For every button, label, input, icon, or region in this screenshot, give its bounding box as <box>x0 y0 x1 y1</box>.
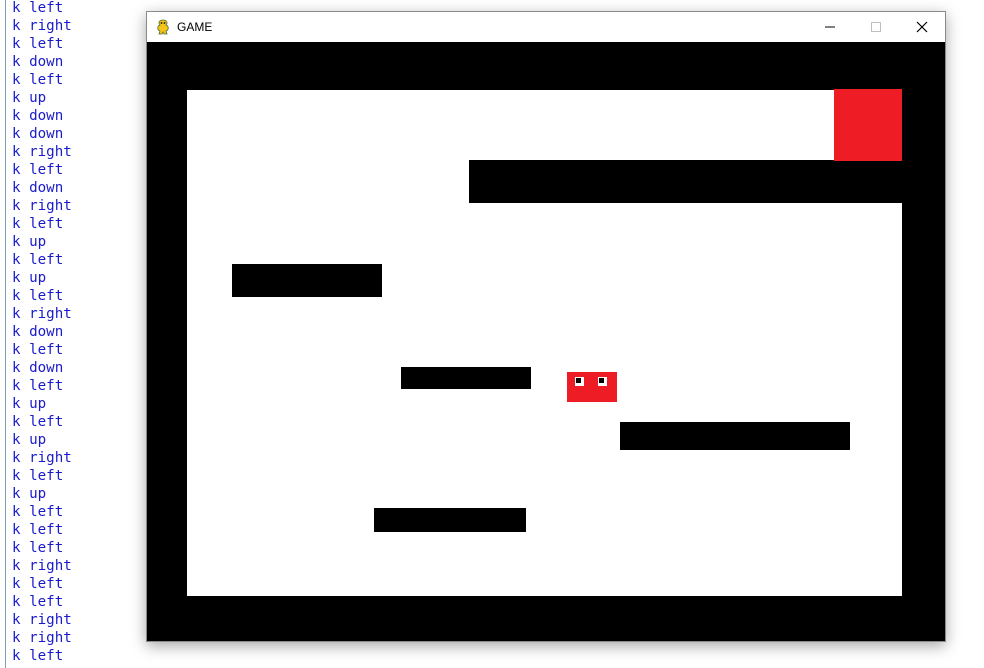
console-log-line: k down <box>12 360 64 376</box>
player-character <box>567 372 617 402</box>
console-log-line: k right <box>12 558 72 574</box>
console-log-line: k down <box>12 54 64 70</box>
console-log-list: k left k right k left k down k left k up k dow… <box>12 0 72 665</box>
wall-block <box>401 367 531 389</box>
console-log-line: k right <box>12 612 72 628</box>
console-log-line: k left <box>12 414 64 430</box>
minimize-button[interactable] <box>807 12 853 42</box>
console-log: k left k right k left k down k left k up k dow… <box>0 0 140 668</box>
console-log-line: k down <box>12 324 64 340</box>
title-bar[interactable]: GAME <box>147 12 945 42</box>
player-eye <box>598 377 607 386</box>
window-title: GAME <box>177 20 213 34</box>
maximize-icon <box>871 22 881 32</box>
console-log-line: k right <box>12 450 72 466</box>
console-log-line: k right <box>12 18 72 34</box>
close-icon <box>916 21 928 33</box>
console-gutter-line <box>5 0 6 668</box>
wall-block <box>374 508 526 532</box>
console-log-line: k left <box>12 576 64 592</box>
close-button[interactable] <box>899 12 945 42</box>
console-log-line: k left <box>12 594 64 610</box>
wall-block <box>620 422 850 450</box>
console-log-line: k left <box>12 522 64 538</box>
console-log-line: k left <box>12 252 64 268</box>
console-log-line: k left <box>12 648 64 664</box>
player-eye <box>575 377 584 386</box>
maximize-button[interactable] <box>853 12 899 42</box>
console-log-line: k left <box>12 504 64 520</box>
console-log-line: k left <box>12 468 64 484</box>
console-log-line: k right <box>12 630 72 646</box>
console-log-line: k left <box>12 342 64 358</box>
console-log-line: k up <box>12 234 47 250</box>
console-log-line: k right <box>12 144 72 160</box>
console-log-line: k left <box>12 288 64 304</box>
game-window[interactable]: GAME <box>146 11 946 642</box>
console-log-line: k up <box>12 396 47 412</box>
minimize-icon <box>825 26 835 28</box>
console-log-line: k down <box>12 180 64 196</box>
pygame-snake-icon <box>155 19 171 35</box>
console-log-line: k up <box>12 486 47 502</box>
goal-block <box>834 89 902 161</box>
console-log-line: k right <box>12 198 72 214</box>
console-log-line: k up <box>12 432 47 448</box>
console-log-line: k down <box>12 126 64 142</box>
console-log-line: k up <box>12 90 47 106</box>
console-log-line: k right <box>12 306 72 322</box>
game-canvas[interactable] <box>147 42 945 641</box>
console-log-line: k left <box>12 540 64 556</box>
wall-block <box>469 160 945 203</box>
console-log-line: k left <box>12 0 64 16</box>
console-log-line: k left <box>12 216 64 232</box>
console-log-line: k up <box>12 270 47 286</box>
console-log-line: k left <box>12 72 64 88</box>
wall-block <box>232 264 382 297</box>
console-log-line: k left <box>12 162 64 178</box>
console-log-line: k down <box>12 108 64 124</box>
console-log-line: k left <box>12 378 64 394</box>
console-log-line: k left <box>12 36 64 52</box>
